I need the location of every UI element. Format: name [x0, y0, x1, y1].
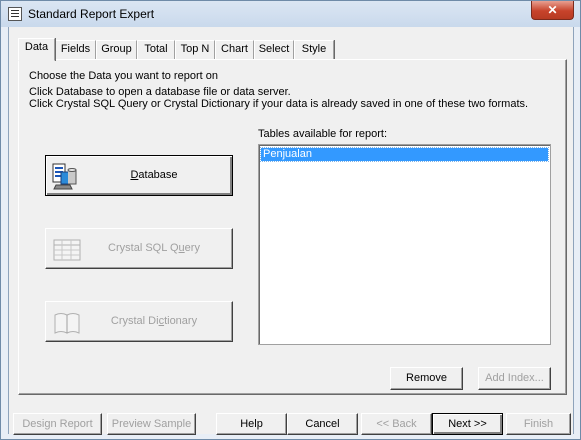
remove-button[interactable]: Remove — [390, 367, 463, 390]
back-button[interactable]: << Back — [361, 413, 432, 435]
crystal-sql-query-label: Crystal SQL Query — [108, 242, 200, 254]
tables-listbox[interactable]: Penjualan — [258, 144, 551, 345]
tab-chart[interactable]: Chart — [215, 40, 254, 59]
dialog-body: Data Fields Group Total Top N Chart Sele… — [8, 27, 574, 435]
design-report-button[interactable]: Design Report — [13, 413, 102, 435]
tables-label: Tables available for report: — [258, 128, 388, 140]
preview-sample-button[interactable]: Preview Sample — [107, 413, 196, 435]
tab-style[interactable]: Style — [294, 40, 334, 59]
instruction-crystal: Click Crystal SQL Query or Crystal Dicti… — [29, 98, 529, 110]
data-tab-panel: Choose the Data you want to report on Cl… — [18, 59, 567, 395]
tab-select[interactable]: Select — [254, 40, 294, 59]
report-expert-window: Standard Report Expert ✕ Data Fields Gro… — [0, 0, 581, 440]
tab-group[interactable]: Group — [96, 40, 137, 59]
add-index-button[interactable]: Add Index... — [478, 367, 551, 390]
title-bar[interactable]: Standard Report Expert ✕ — [1, 1, 580, 27]
help-button[interactable]: Help — [216, 413, 287, 435]
instruction-heading: Choose the Data you want to report on — [29, 70, 218, 82]
tab-data[interactable]: Data — [18, 38, 55, 61]
app-icon — [8, 7, 22, 21]
crystal-dictionary-label: Crystal Dictionary — [110, 315, 198, 327]
window-title: Standard Report Expert — [28, 7, 155, 21]
database-button-label: Database — [130, 169, 178, 181]
tab-fields[interactable]: Fields — [55, 40, 96, 59]
close-button[interactable]: ✕ — [531, 1, 574, 20]
instruction-database: Click Database to open a database file o… — [29, 86, 291, 98]
crystal-sql-query-button[interactable]: Crystal SQL Query — [45, 228, 233, 269]
finish-button[interactable]: Finish — [506, 413, 571, 435]
crystal-dictionary-button[interactable]: Crystal Dictionary — [45, 301, 233, 342]
cancel-button[interactable]: Cancel — [287, 413, 358, 435]
database-button[interactable]: Database — [45, 155, 233, 196]
next-button[interactable]: Next >> — [432, 413, 503, 435]
tab-top-n[interactable]: Top N — [175, 40, 215, 59]
tab-total[interactable]: Total — [137, 40, 175, 59]
table-item-penjualan[interactable]: Penjualan — [260, 147, 549, 162]
